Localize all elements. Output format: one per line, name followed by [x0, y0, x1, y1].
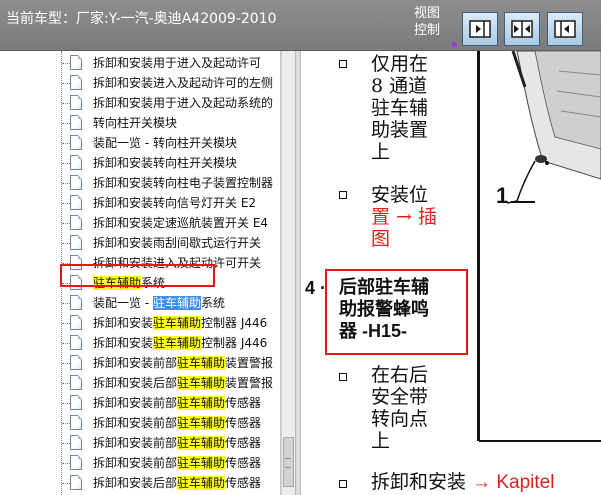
item-number: 4 ·	[305, 278, 327, 298]
tree-item-label: 拆卸和安装后部驻车辅助传感器	[93, 476, 262, 490]
tree-item-label: 拆卸和安装前部驻车辅助传感器	[93, 416, 262, 430]
bullet-marker	[339, 60, 347, 68]
figure-link-cont[interactable]: 图	[371, 228, 437, 250]
tree-item-label: 拆卸和安装转向柱电子装置控制器	[93, 176, 274, 190]
tree-item-label: 拆卸和安装雨刮间歇式运行开关	[93, 236, 262, 250]
bullet-marker	[339, 191, 347, 199]
tree-connector	[62, 223, 70, 224]
document-icon	[70, 155, 82, 170]
document-icon	[70, 315, 82, 330]
view-control-label: 视图控制	[414, 6, 441, 38]
grip-icon	[285, 458, 291, 468]
car-rear-illustration	[477, 51, 601, 443]
tree-item-label: 拆卸和安装前部驻车辅助传感器	[93, 396, 262, 410]
tree-scrollbar[interactable]	[281, 51, 296, 495]
figure-label: 1	[496, 183, 509, 208]
document-tree: 拆卸和安装用于进入及起动许可 拆卸和安装进入及起动许可的左侧 拆卸和安装用于进入及起…	[0, 51, 281, 495]
document-icon	[70, 455, 82, 470]
tree-item-label: 拆卸和安装后部驻车辅助装置警报	[93, 376, 274, 390]
tree-item-label: 拆卸和安装用于进入及起动系统的	[93, 96, 274, 110]
document-icon	[70, 95, 82, 110]
document-icon	[70, 395, 82, 410]
tree-connector	[62, 383, 70, 384]
tree-connector	[62, 363, 70, 364]
tree-connector	[62, 343, 70, 344]
document-icon	[70, 135, 82, 150]
selected-item-annotation	[60, 264, 215, 287]
tree-connector	[62, 243, 70, 244]
tree-connector	[62, 103, 70, 104]
tree-item-label: 拆卸和安装进入及起动许可的左侧	[93, 76, 274, 90]
tree-connector	[62, 443, 70, 444]
tree-item-label: 拆卸和安装定速巡航装置开关 E4	[93, 216, 269, 230]
top-bar: 当前车型：厂家:Y-一汽-奥迪A42009-2010 视图控制	[0, 0, 601, 51]
split-arrows-icon	[511, 20, 533, 38]
tree-item-label: 拆卸和安装驻车辅助控制器 J446	[93, 316, 268, 330]
rear-buzzer-heading: 后部驻车辅 助报警蜂鸣 器 -H15-	[339, 277, 429, 341]
tree-connector	[62, 83, 70, 84]
tree-connector	[62, 403, 70, 404]
document-icon	[70, 235, 82, 250]
document-view: 1 仅用在 8 通道 驻车辅 助装置 上 安装位 置 → 插 图 4 · 后部驻…	[301, 51, 601, 495]
tree-item-label: 装配一览 - 驻车辅助系统	[93, 296, 225, 310]
tree-item-label: 装配一览 - 转向柱开关模块	[93, 136, 237, 150]
remove-install-text: 拆卸和安装 → Kapitel	[371, 471, 555, 493]
paragraph-mount-location: 在右后 安全带 转向点 上	[371, 364, 429, 452]
document-icon	[70, 215, 82, 230]
document-icon	[70, 55, 82, 70]
arrow-right-icon	[469, 20, 491, 38]
document-icon	[70, 195, 82, 210]
show-left-pane-button[interactable]	[547, 12, 583, 46]
tree-item-label: 拆卸和安装驻车辅助控制器 J446	[93, 336, 268, 350]
document-icon	[70, 75, 82, 90]
paragraph-install-position: 安装位 置 → 插 图	[371, 184, 437, 250]
tree-connector	[62, 143, 70, 144]
tree-connector	[62, 303, 70, 304]
tree-connector	[62, 123, 70, 124]
document-icon	[70, 375, 82, 390]
tree-connector	[62, 463, 70, 464]
tree-connector	[62, 323, 70, 324]
tree-item-label: 拆卸和安装用于进入及起动许可	[93, 56, 262, 70]
current-car-model-label: 当前车型：厂家:Y-一汽-奥迪A42009-2010	[6, 11, 277, 27]
arrow-left-icon	[554, 20, 576, 38]
show-both-panes-button[interactable]	[504, 12, 540, 46]
tree-connector	[62, 203, 70, 204]
tree-item-label: 拆卸和安装转向信号灯开关 E2	[93, 196, 257, 210]
tree-connector	[62, 483, 70, 484]
tree-connector	[62, 163, 70, 164]
tree-item-label: 拆卸和安装转向柱开关模块	[93, 156, 238, 170]
bullet-marker	[339, 373, 347, 381]
tree-item-label: 拆卸和安装前部驻车辅助装置警报	[93, 356, 274, 370]
document-icon	[70, 295, 82, 310]
paragraph-remove-install: 拆卸和安装 → Kapitel	[371, 471, 554, 494]
tree-connector	[62, 423, 70, 424]
tree-item-label: 拆卸和安装前部驻车辅助传感器	[93, 456, 262, 470]
tree-item-label: 转向柱开关模块	[93, 116, 178, 130]
figure-link[interactable]: 置 → 插	[371, 206, 437, 228]
show-right-pane-button[interactable]	[462, 12, 498, 46]
tree-connector	[62, 63, 70, 64]
pointer-line-icon	[511, 201, 535, 203]
kapitel-link[interactable]: → Kapitel	[472, 472, 554, 493]
tree-connector	[62, 183, 70, 184]
document-icon	[70, 475, 82, 490]
document-icon	[70, 355, 82, 370]
document-icon	[70, 435, 82, 450]
document-icon	[70, 115, 82, 130]
document-icon	[70, 175, 82, 190]
bullet-marker	[339, 480, 347, 488]
status-marker	[452, 42, 457, 47]
document-icon	[70, 335, 82, 350]
paragraph-8-channel: 仅用在 8 通道 驻车辅 助装置 上	[371, 53, 429, 163]
document-icon	[70, 415, 82, 430]
tree-item-label: 拆卸和安装前部驻车辅助传感器	[93, 436, 262, 450]
